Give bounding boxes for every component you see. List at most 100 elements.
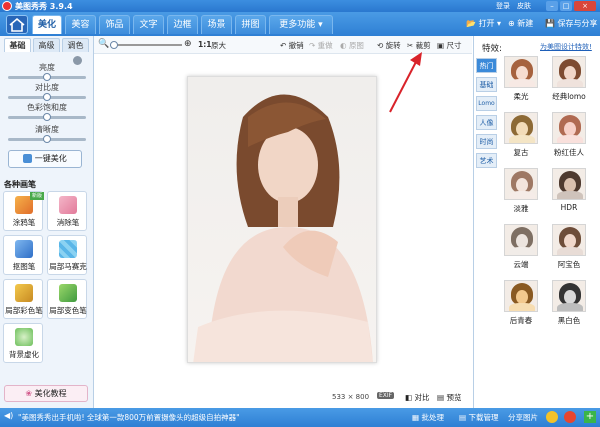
batch-label: 批处理 <box>421 413 444 422</box>
subtab-color[interactable]: 调色 <box>62 38 89 52</box>
redo-label: 重做 <box>317 41 333 50</box>
new-button[interactable]: ⊕ 新建 <box>508 18 533 29</box>
close-button[interactable]: × <box>574 1 596 11</box>
effect-tab-fashion[interactable]: 时尚 <box>476 134 497 149</box>
rotate-label: 旋转 <box>385 41 401 50</box>
tab-text[interactable]: 文字 <box>133 15 164 34</box>
effect-label: 阿宝色 <box>557 260 581 269</box>
tab-accessories[interactable]: 饰品 <box>99 15 130 34</box>
tab-scene[interactable]: 场景 <box>201 15 232 34</box>
effect-thumbnail[interactable] <box>504 168 538 200</box>
one-click-label: 一键美化 <box>34 154 67 163</box>
saturation-slider[interactable] <box>8 113 86 121</box>
tool-label: 局部彩色笔 <box>5 306 43 315</box>
maximize-button[interactable]: □ <box>560 1 572 11</box>
subtab-basic[interactable]: 基础 <box>4 38 31 52</box>
tool-recolor-brush[interactable]: 局部变色笔 <box>47 279 87 319</box>
add-icon[interactable]: + <box>584 411 596 423</box>
new-label: 新建 <box>517 19 534 28</box>
tutorial-button[interactable]: ❀ 美化教程 <box>4 385 88 402</box>
app-title: 美图秀秀 3.9.4 <box>15 2 73 11</box>
effect-tab-art[interactable]: 艺术 <box>476 153 497 168</box>
redo-button[interactable]: ↷ 重做 <box>309 40 333 51</box>
original-image-button[interactable]: ◐ 原图 <box>340 40 364 51</box>
tab-collage[interactable]: 拼图 <box>235 15 266 34</box>
ad-message[interactable]: "美图秀秀出手机啦! 全球第一款800万前置摄像头的超级自拍神器" <box>18 412 240 423</box>
exif-badge[interactable]: EXIF <box>377 392 395 399</box>
slider-thumb[interactable] <box>43 93 51 101</box>
tool-eraser-pen[interactable]: 消除笔 <box>47 191 87 231</box>
brightness-label: 亮度 <box>39 63 55 72</box>
cutout-pen-icon <box>15 240 33 258</box>
sharpness-slider[interactable] <box>8 135 86 143</box>
subtab-advanced[interactable]: 高级 <box>33 38 60 52</box>
tab-more[interactable]: 更多功能 ▾ <box>269 15 333 34</box>
edited-photo[interactable] <box>187 76 377 363</box>
brightness-slider[interactable] <box>8 73 86 81</box>
minimize-button[interactable]: – <box>546 1 558 11</box>
tool-mosaic[interactable]: 局部马赛克 <box>47 235 87 275</box>
zoom-slider[interactable] <box>110 41 182 49</box>
tool-doodle-pen[interactable]: 新版 涂鸦笔 <box>3 191 44 231</box>
effect-thumbnail[interactable] <box>504 224 538 256</box>
effect-thumbnail[interactable] <box>552 112 586 144</box>
saturation-label: 色彩饱和度 <box>27 103 67 112</box>
undo-button[interactable]: ↶ 撤销 <box>280 40 304 51</box>
tool-color-brush[interactable]: 局部彩色笔 <box>3 279 43 319</box>
effect-thumbnail[interactable] <box>552 56 586 88</box>
tutorial-label: 美化教程 <box>34 389 67 398</box>
effect-tab-lomo[interactable]: Lomo <box>476 96 497 111</box>
effects-header: 特效: <box>482 44 502 54</box>
zoom-in-icon[interactable]: ⊕ <box>184 39 192 49</box>
effect-thumbnail[interactable] <box>504 56 538 88</box>
tool-label: 背景虚化 <box>9 350 39 359</box>
effect-tab-basic[interactable]: 基础 <box>476 77 497 92</box>
effect-label: 经典lomo <box>552 92 586 101</box>
slider-thumb[interactable] <box>43 113 51 121</box>
save-share-button[interactable]: 💾 保存与分享 <box>545 18 598 29</box>
tab-frame[interactable]: 边框 <box>167 15 198 34</box>
effect-label: 云端 <box>513 260 529 269</box>
effect-thumbnail[interactable] <box>552 168 586 200</box>
open-button[interactable]: 📂 打开 ▾ <box>466 18 501 29</box>
download-manager-button[interactable]: ▤ 下载管理 <box>459 412 498 423</box>
effects-panel: 特效: 为美图设计特效! 热门 基础 Lomo 人像 时尚 艺术 柔光 经典lom… <box>473 36 600 408</box>
favorite-icon[interactable] <box>546 411 558 423</box>
tool-background-blur[interactable]: 背景虚化 <box>3 323 43 363</box>
effect-thumbnail[interactable] <box>552 224 586 256</box>
effect-thumbnail[interactable] <box>504 112 538 144</box>
tool-cutout-pen[interactable]: 抠图笔 <box>3 235 43 275</box>
left-panel: 基础 高级 调色 亮度 对比度 色彩饱和度 清晰度 一键美化 各种画笔 新版 涂… <box>0 36 94 408</box>
download-label: 下载管理 <box>468 413 499 422</box>
effect-tab-portrait[interactable]: 人像 <box>476 115 497 130</box>
actual-size-label[interactable]: 1:1 <box>198 40 211 49</box>
slider-thumb[interactable] <box>43 73 51 81</box>
login-link[interactable]: 登录 <box>496 1 510 11</box>
one-click-beautify-button[interactable]: 一键美化 <box>8 150 82 168</box>
home-button[interactable] <box>6 15 28 34</box>
brush-section-header: 各种画笔 <box>4 180 36 189</box>
share-image-button[interactable]: 分享图片 <box>508 412 538 423</box>
resize-label: 尺寸 <box>446 41 462 50</box>
design-effect-link[interactable]: 为美图设计特效! <box>540 42 592 52</box>
weibo-icon[interactable] <box>564 411 576 423</box>
color-brush-icon <box>15 284 33 302</box>
resize-button[interactable]: ▣ 尺寸 <box>437 40 461 51</box>
contrast-slider[interactable] <box>8 93 86 101</box>
effect-thumbnail[interactable] <box>552 280 586 312</box>
skin-button[interactable]: 皮肤 <box>517 1 531 11</box>
compare-button[interactable]: ◧ 对比 <box>405 392 429 403</box>
zoom-icon: 🔍 <box>98 39 110 49</box>
original-size-button[interactable]: 原大 <box>211 40 226 51</box>
recolor-brush-icon <box>59 284 77 302</box>
speaker-icon: ◀) <box>4 411 14 420</box>
tab-beautify[interactable]: 美化 <box>32 15 62 34</box>
batch-button[interactable]: ▦ 批处理 <box>412 412 444 423</box>
original-image-label: 原图 <box>348 41 364 50</box>
tab-beauty[interactable]: 美容 <box>65 15 96 34</box>
slider-thumb[interactable] <box>43 135 51 143</box>
effect-tab-hot[interactable]: 热门 <box>476 58 497 73</box>
zoom-thumb[interactable] <box>110 41 118 49</box>
preview-button[interactable]: ▤ 预览 <box>437 392 461 403</box>
effect-thumbnail[interactable] <box>504 280 538 312</box>
